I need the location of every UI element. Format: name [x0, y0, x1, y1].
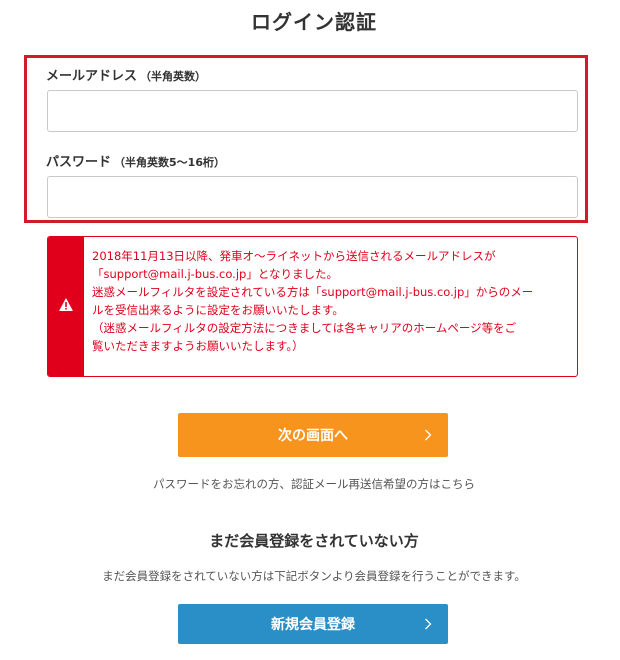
notice-sidebar [48, 237, 84, 376]
next-button[interactable]: 次の画面へ [178, 413, 448, 457]
email-hint: （半角英数） [140, 70, 207, 83]
notice-text: 2018年11月13日以降、発車オ〜ライネットから送信されるメールアドレスが 「… [92, 249, 534, 353]
email-label: メールアドレス （半角英数） [46, 65, 206, 84]
password-hint: （半角英数5〜16桁） [114, 156, 225, 169]
chevron-right-icon [424, 413, 432, 457]
password-label: パスワード （半角英数5〜16桁） [46, 151, 225, 170]
register-button-label: 新規会員登録 [271, 617, 355, 633]
forgot-password-link[interactable]: パスワードをお忘れの方、認証メール再送信希望の方はこちら [0, 476, 620, 492]
email-label-text: メールアドレス [46, 69, 138, 84]
page-title: ログイン認証 [251, 10, 377, 34]
register-section-title: まだ会員登録をされていない方 [209, 532, 419, 550]
notice-box: 2018年11月13日以降、発車オ〜ライネットから送信されるメールアドレスが 「… [47, 236, 578, 377]
chevron-right-icon [424, 604, 432, 644]
register-description: まだ会員登録をされていない方は下記ボタンより会員登録を行うことができます。 [102, 569, 526, 583]
password-field[interactable] [47, 176, 578, 218]
warning-icon [58, 297, 74, 316]
email-field[interactable] [47, 90, 578, 132]
next-button-label: 次の画面へ [278, 428, 348, 444]
password-label-text: パスワード [46, 155, 112, 170]
register-button[interactable]: 新規会員登録 [178, 604, 448, 644]
